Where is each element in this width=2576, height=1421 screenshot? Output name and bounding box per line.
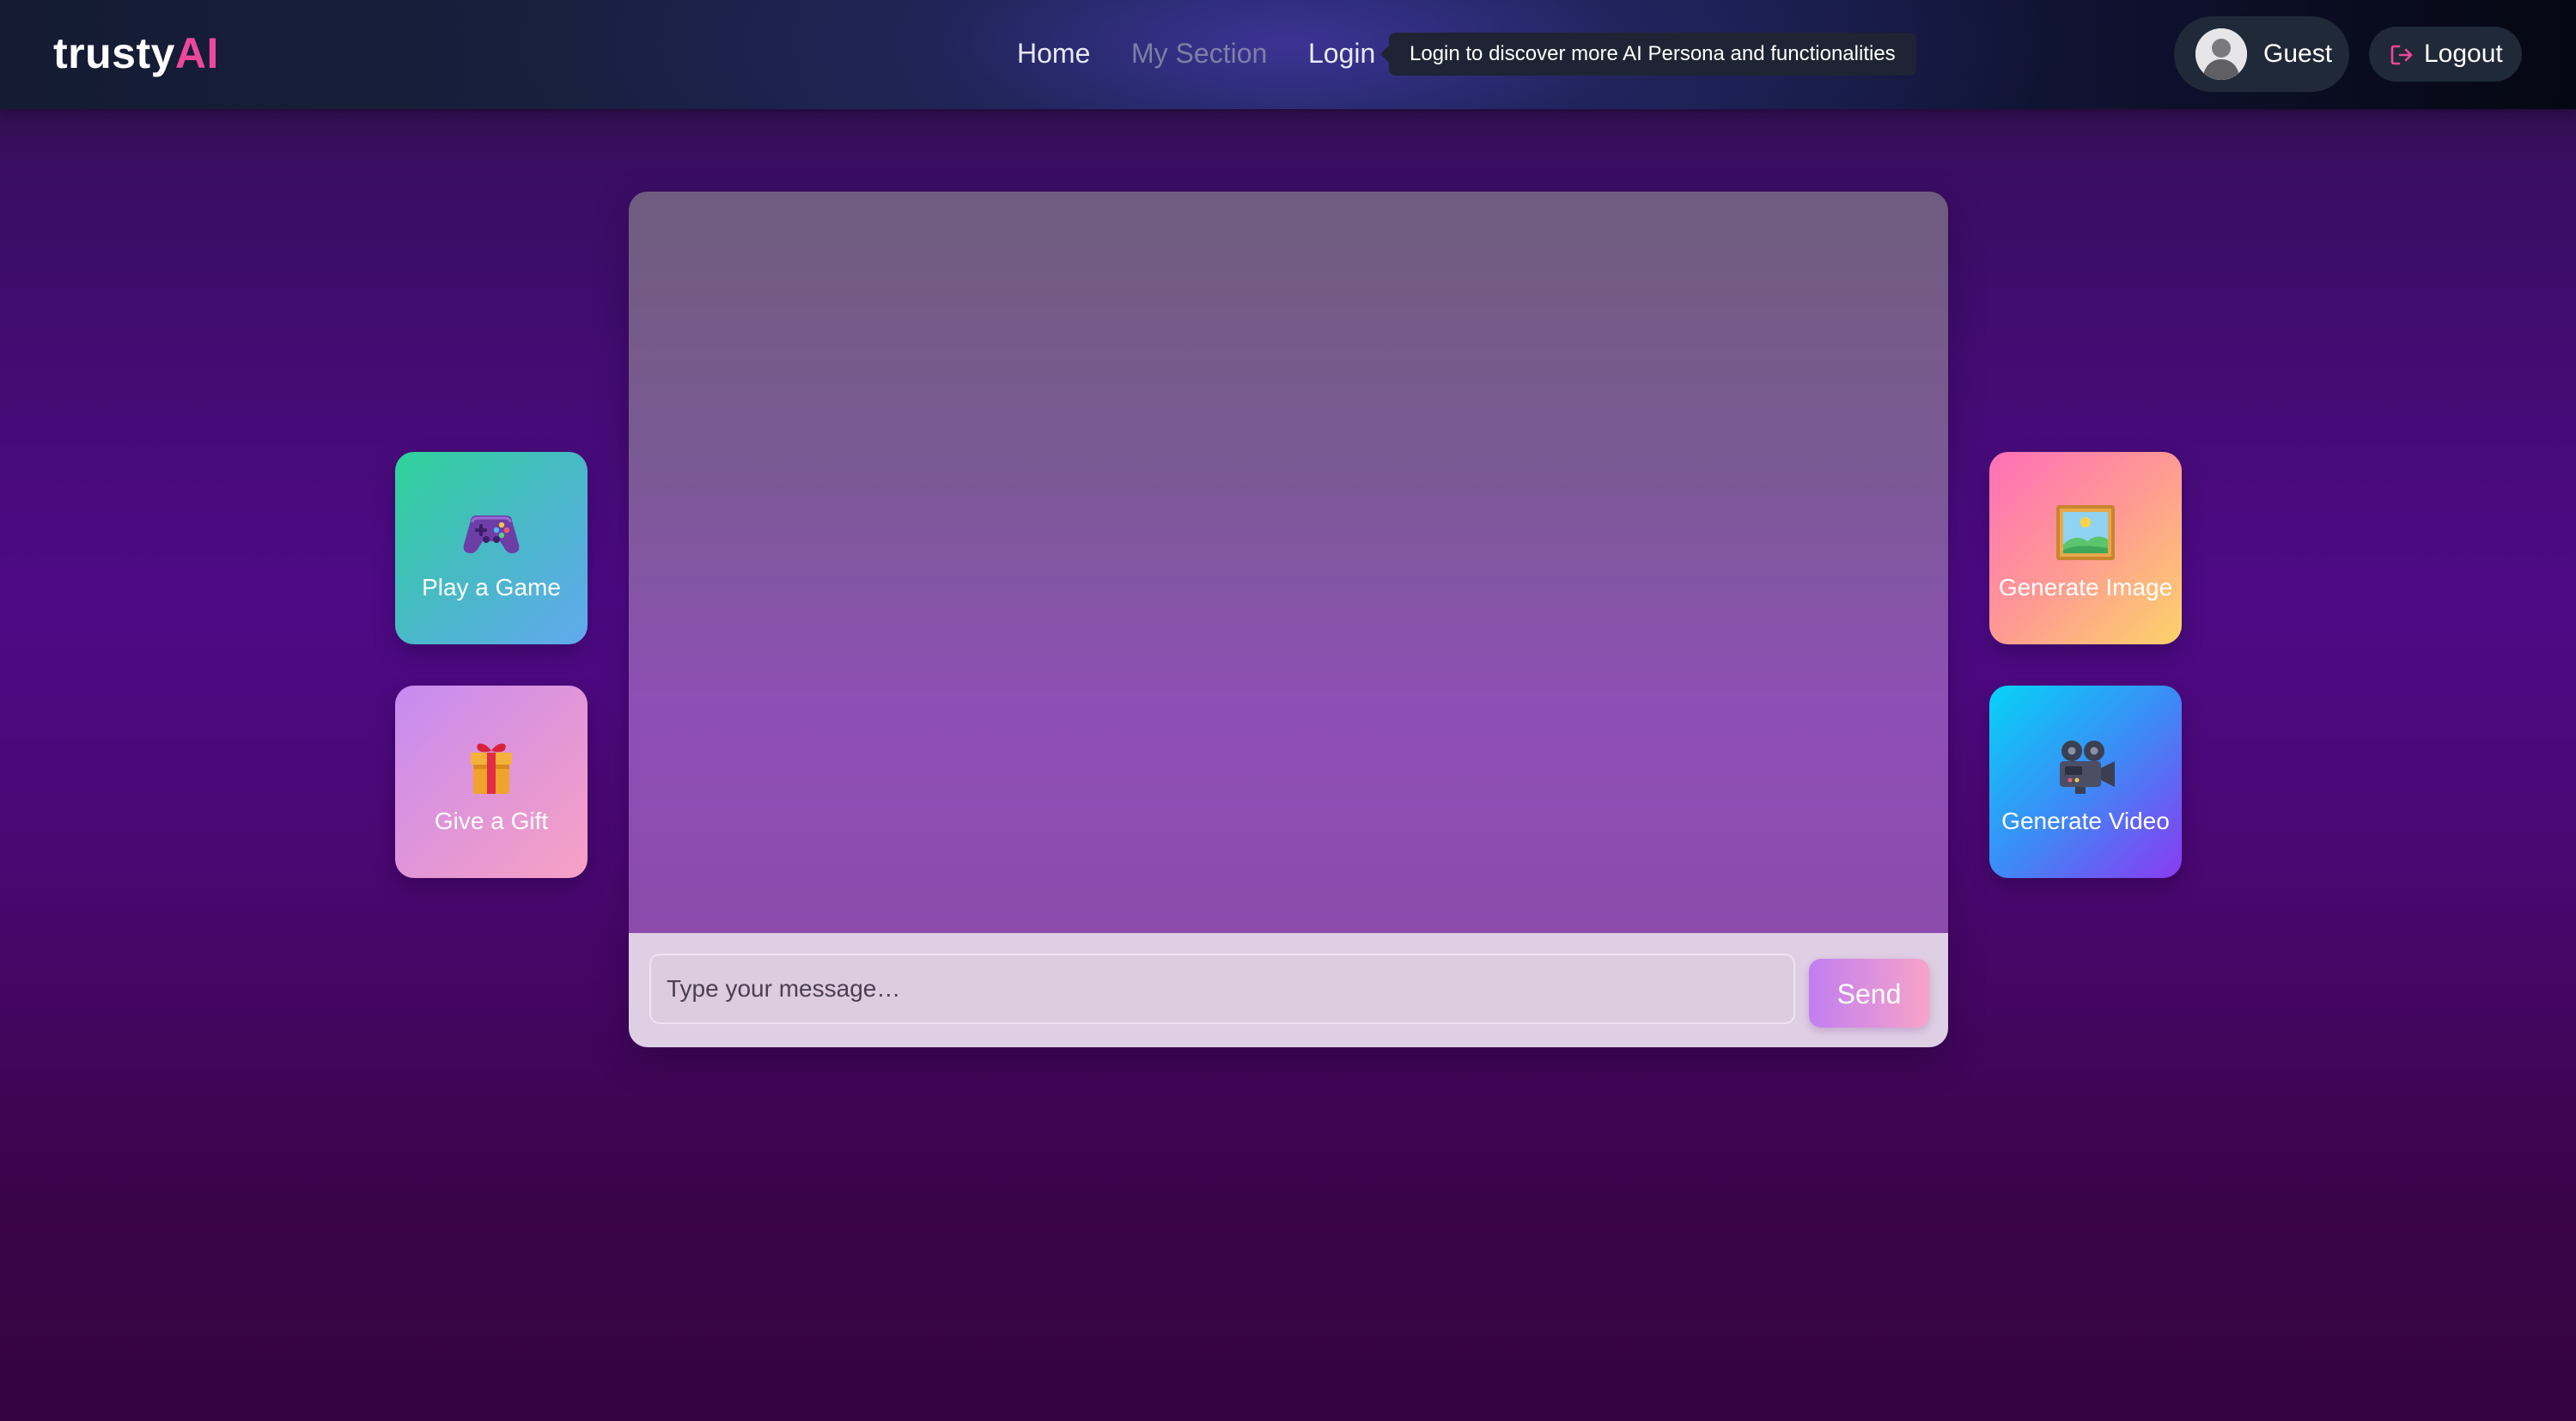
generate-video-card[interactable]: Generate Video: [1989, 686, 2182, 878]
logout-arrow-icon: [2390, 45, 2413, 65]
play-game-label: Play a Game: [422, 574, 561, 601]
generate-video-label: Generate Video: [2001, 808, 2170, 834]
user-avatar-icon: [2195, 28, 2247, 80]
chat-panel: Send: [629, 192, 1948, 1047]
login-tooltip: Login to discover more AI Persona and fu…: [1380, 33, 1916, 76]
send-button[interactable]: Send: [1809, 959, 1929, 1028]
nav-my-section-link[interactable]: My Section: [1131, 34, 1267, 72]
movie-camera-icon: [2060, 741, 2115, 794]
user-name-label: Guest: [2263, 40, 2333, 68]
chat-input-bar: Send: [629, 933, 1948, 1047]
give-gift-label: Give a Gift: [434, 808, 549, 834]
gift-icon: [471, 743, 512, 794]
logout-label: Logout: [2424, 40, 2503, 68]
generate-image-card[interactable]: Generate Image: [1989, 452, 2182, 644]
gamepad-icon: [463, 515, 520, 553]
logout-button[interactable]: Logout: [2369, 27, 2522, 82]
play-game-card[interactable]: Play a Game: [395, 452, 588, 644]
chat-message-area[interactable]: [629, 192, 1948, 933]
message-input[interactable]: [649, 954, 1795, 1024]
top-header: trustyAI Home My Section Login Login to …: [0, 0, 2576, 109]
logo-text-accent: AI: [174, 29, 219, 77]
user-profile-button[interactable]: Guest: [2174, 16, 2349, 92]
give-gift-card[interactable]: Give a Gift: [395, 686, 588, 878]
nav-home-link[interactable]: Home: [1017, 34, 1090, 72]
framed-picture-icon: [2056, 505, 2115, 560]
nav-login-link[interactable]: Login: [1308, 34, 1375, 72]
generate-image-label: Generate Image: [1998, 574, 2173, 601]
logo-text-main: trusty: [53, 29, 175, 77]
app-logo[interactable]: trustyAI: [53, 26, 219, 81]
